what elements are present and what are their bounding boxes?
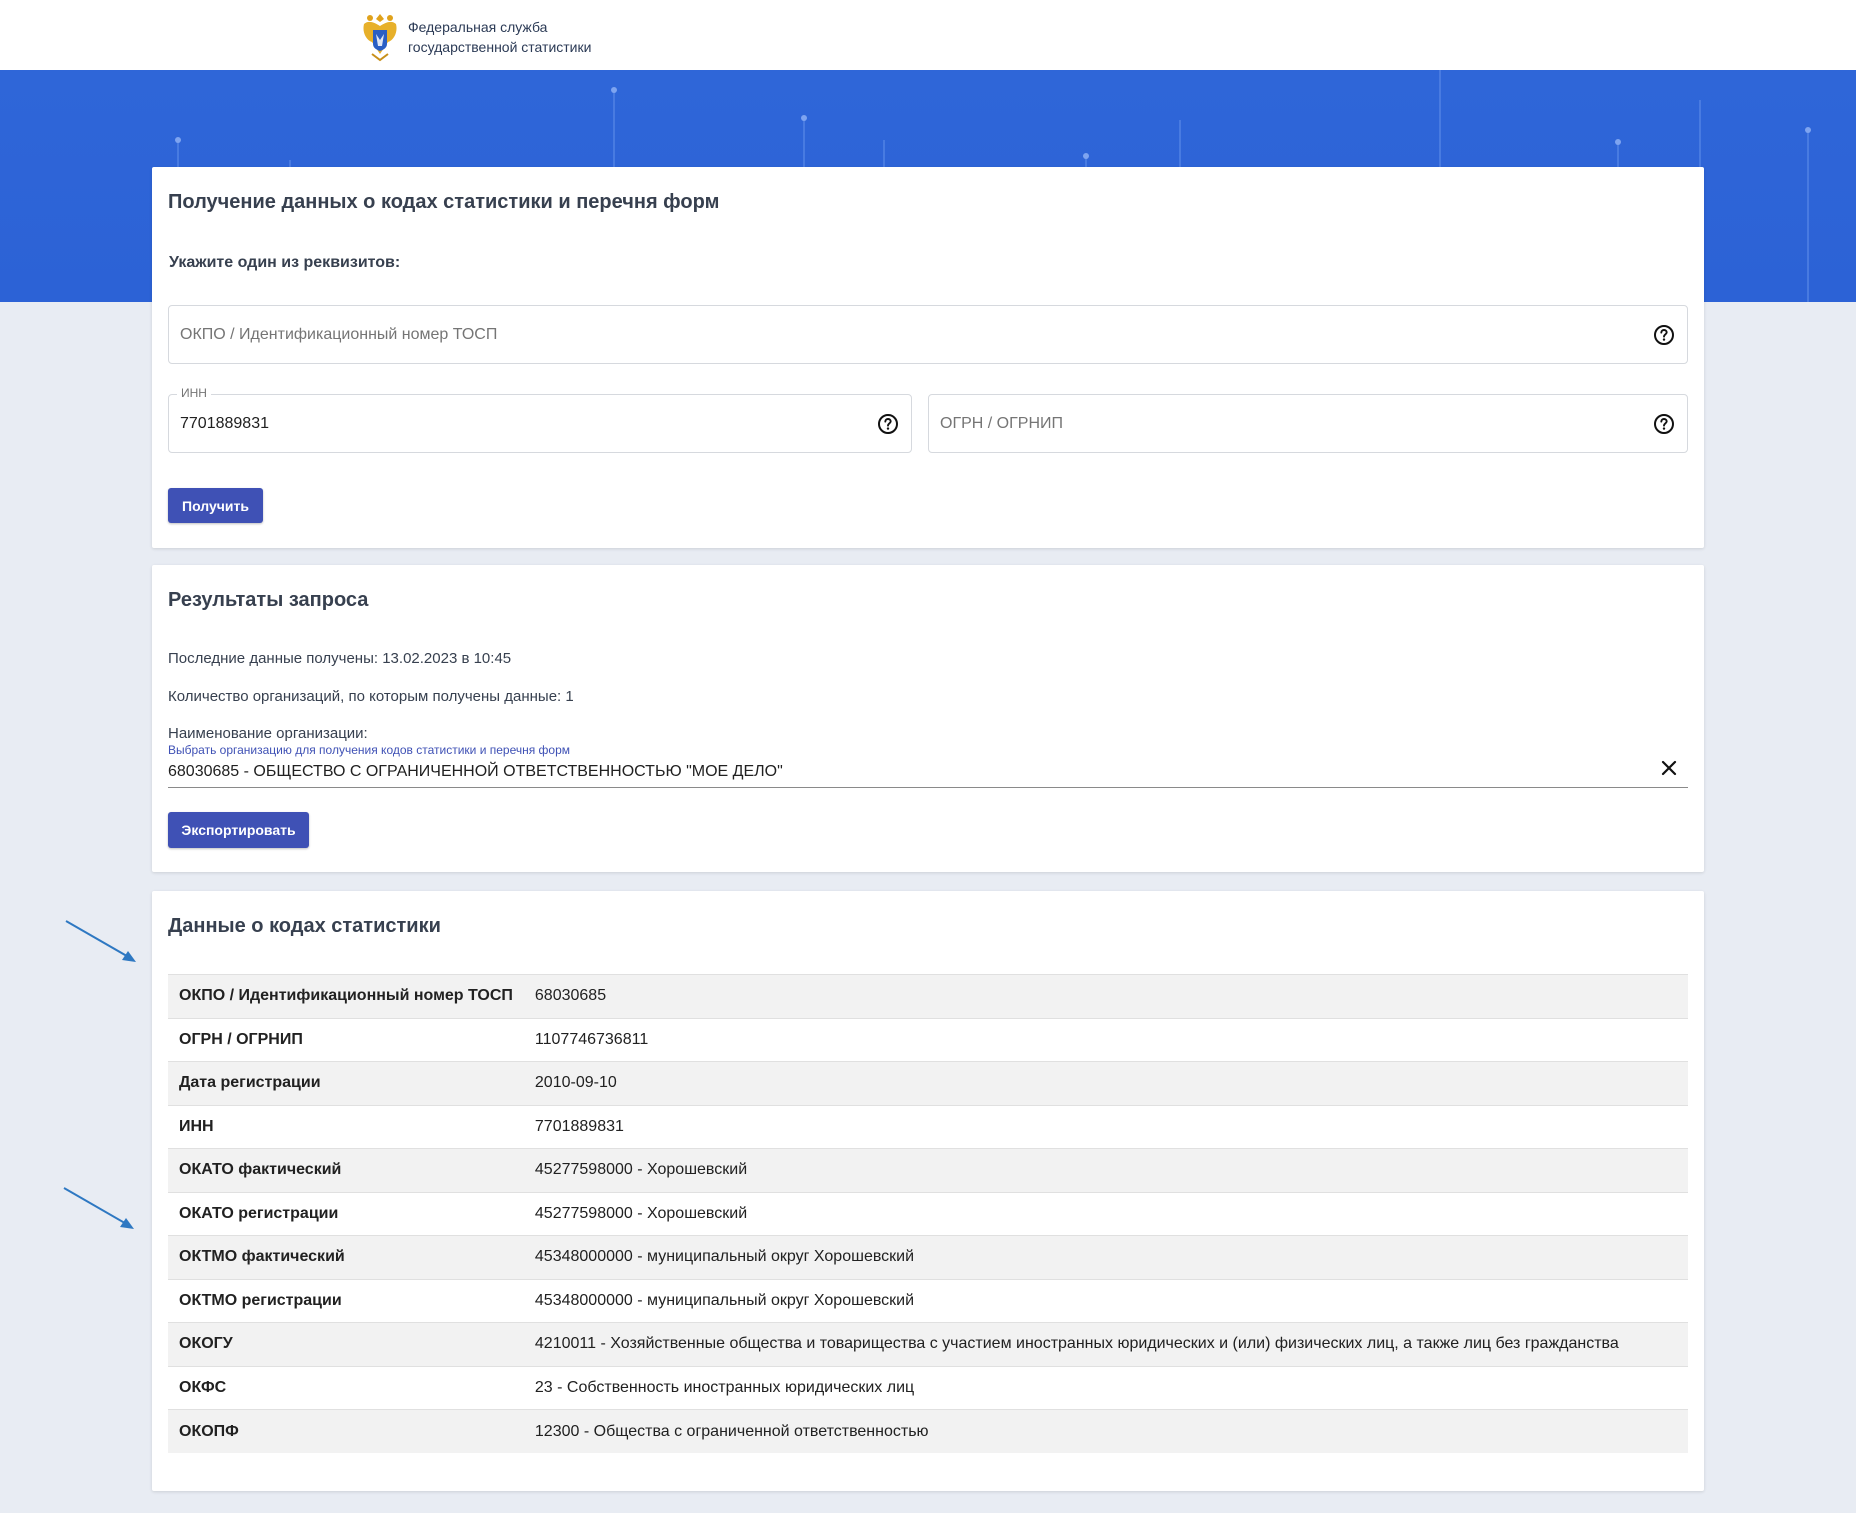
code-value: 45348000000 - муниципальный округ Хороше… xyxy=(534,1248,915,1266)
last-received-text: Последние данные получены: 13.02.2023 в … xyxy=(168,650,512,667)
org-name-line1: Федеральная служба xyxy=(408,19,548,35)
code-value: 45277598000 - Хорошевский xyxy=(534,1204,748,1222)
table-row: ОГРН / ОГРНИП 1107746736811 xyxy=(168,1018,1688,1062)
submit-button[interactable]: Получить xyxy=(168,488,263,523)
code-value: 45348000000 - муниципальный округ Хороше… xyxy=(534,1291,915,1309)
help-icon[interactable] xyxy=(1653,324,1675,346)
org-name-label: Наименование организации: xyxy=(168,725,368,742)
code-value: 7701889831 xyxy=(534,1117,624,1135)
code-key: ОКАТО регистрации xyxy=(179,1204,339,1222)
code-key: ОКФС xyxy=(179,1378,227,1396)
table-row: Дата регистрации 2010-09-10 xyxy=(168,1061,1688,1105)
request-form-card: Получение данных о кодах статистики и пе… xyxy=(152,167,1704,548)
help-icon[interactable] xyxy=(1653,413,1675,435)
code-key: ОКОГУ xyxy=(179,1335,233,1353)
okpo-field xyxy=(168,305,1688,364)
code-key: Дата регистрации xyxy=(179,1074,321,1092)
table-row: ОКАТО фактический 45277598000 - Хорошевск… xyxy=(168,1148,1688,1192)
inn-field: ИНН xyxy=(168,386,912,453)
org-select-hint: Выбрать организацию для получения кодов … xyxy=(168,743,571,757)
table-row: ОКТМО фактический 45348000000 - муниципал… xyxy=(168,1235,1688,1279)
org-count-text: Количество организаций, по которым получ… xyxy=(168,688,574,705)
inn-input[interactable] xyxy=(180,395,862,452)
code-key: ИНН xyxy=(179,1117,214,1135)
select-underline xyxy=(168,787,1688,788)
annotation-arrow-icon xyxy=(63,1187,134,1229)
ogrn-input[interactable] xyxy=(940,395,1638,452)
code-value: 1107746736811 xyxy=(534,1030,649,1048)
annotation-arrow-icon xyxy=(65,920,136,962)
code-value: 45277598000 - Хорошевский xyxy=(534,1161,748,1179)
code-value: 2010-09-10 xyxy=(534,1074,617,1092)
results-card: Результаты запроса Последние данные полу… xyxy=(152,565,1704,872)
code-key: ОГРН / ОГРНИП xyxy=(179,1030,303,1048)
table-row: ОКПО / Идентификационный номер ТОСП 68030… xyxy=(168,974,1688,1018)
table-row: ОКТМО регистрации 45348000000 - муниципал… xyxy=(168,1279,1688,1323)
code-key: ОКОПФ xyxy=(179,1422,239,1440)
ogrn-field xyxy=(928,394,1688,453)
table-row: ОКАТО регистрации 45277598000 - Хорошевск… xyxy=(168,1192,1688,1236)
close-icon[interactable] xyxy=(1658,757,1680,779)
code-value: 4210011 - Хозяйственные общества и товар… xyxy=(534,1335,1619,1353)
organization-select[interactable]: Наименование организации: Выбрать органи… xyxy=(168,725,1688,801)
code-value: 68030685 xyxy=(534,987,607,1005)
top-bar: Федеральная служба государственной стати… xyxy=(0,0,1856,70)
code-key: ОКПО / Идентификационный номер ТОСП xyxy=(179,987,513,1005)
code-value: 12300 - Общества с ограниченной ответств… xyxy=(534,1422,929,1440)
export-button[interactable]: Экспортировать xyxy=(168,812,309,848)
table-row: ОКОГУ 4210011 - Хозяйственные общества и … xyxy=(168,1322,1688,1366)
okpo-input[interactable] xyxy=(180,306,1638,363)
table-row: ОКФС 23 - Собственность иностранных юриди… xyxy=(168,1366,1688,1410)
code-key: ОКТМО фактический xyxy=(179,1248,345,1266)
org-name-line2: государственной статистики xyxy=(408,39,592,55)
request-form-subtitle: Укажите один из реквизитов: xyxy=(169,254,401,271)
code-key: ОКАТО фактический xyxy=(179,1161,342,1179)
table-row: ОКОПФ 12300 - Общества с ограниченной отв… xyxy=(168,1409,1688,1453)
help-icon[interactable] xyxy=(877,413,899,435)
codes-card: Данные о кодах статистики ОКПО / Идентиф… xyxy=(152,891,1704,1491)
code-key: ОКТМО регистрации xyxy=(179,1291,342,1309)
selected-organization[interactable]: 68030685 - ОБЩЕСТВО С ОГРАНИЧЕННОЙ ОТВЕТ… xyxy=(168,763,783,781)
table-row: ИНН 7701889831 xyxy=(168,1105,1688,1149)
codes-table: ОКПО / Идентификационный номер ТОСП 68030… xyxy=(168,974,1688,1453)
results-title: Результаты запроса xyxy=(168,589,369,611)
request-form-title: Получение данных о кодах статистики и пе… xyxy=(168,191,720,213)
codes-title: Данные о кодах статистики xyxy=(168,915,441,937)
code-value: 23 - Собственность иностранных юридическ… xyxy=(534,1378,915,1396)
org-name: Федеральная служба государственной стати… xyxy=(408,17,591,57)
emblem-icon[interactable] xyxy=(358,10,402,62)
